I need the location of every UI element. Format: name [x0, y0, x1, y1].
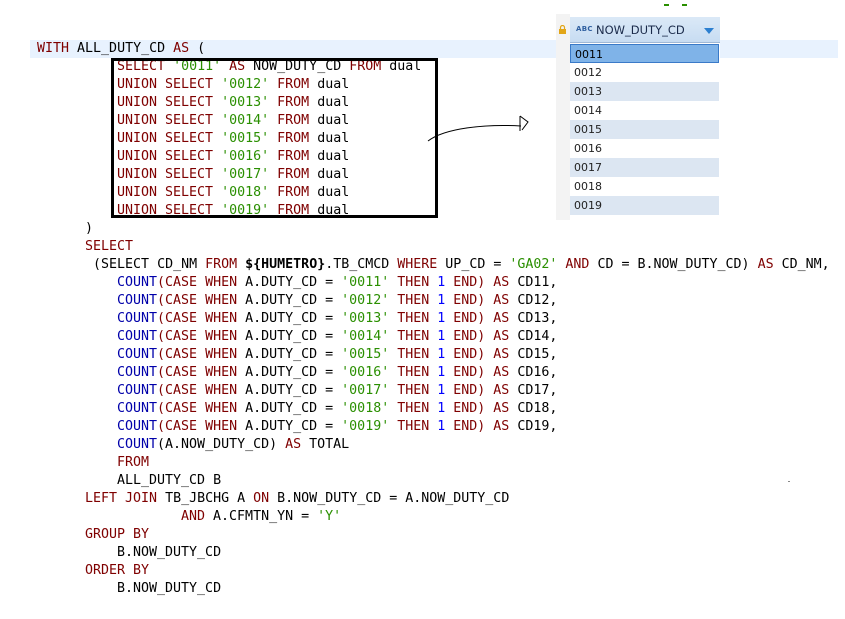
grid-cell[interactable]: 0019: [570, 196, 719, 215]
with-keyword: WITH: [37, 41, 70, 56]
count-line: COUNT(CASE WHEN A.DUTY_CD = '0016' THEN …: [117, 365, 558, 380]
union-line: UNION SELECT '0018' FROM dual: [117, 185, 350, 200]
grid-cell[interactable]: 0016: [570, 139, 719, 158]
grid-cell[interactable]: 0015: [570, 120, 719, 139]
group-by-keyword: GROUP BY: [85, 527, 150, 542]
column-header-label: NOW_DUTY_CD: [596, 23, 685, 37]
cte-name: ALL_DUTY_CD: [69, 41, 174, 56]
count-line: COUNT(CASE WHEN A.DUTY_CD = '0012' THEN …: [117, 293, 558, 308]
count-line: COUNT(CASE WHEN A.DUTY_CD = '0019' THEN …: [117, 419, 558, 434]
count-line: COUNT(CASE WHEN A.DUTY_CD = '0018' THEN …: [117, 401, 558, 416]
total-line: COUNT(A.NOW_DUTY_CD) AS TOTAL: [117, 437, 350, 452]
count-line: COUNT(CASE WHEN A.DUTY_CD = '0017' THEN …: [117, 383, 558, 398]
count-line: COUNT(CASE WHEN A.DUTY_CD = '0015' THEN …: [117, 347, 558, 362]
annotation-arrow: [427, 115, 529, 142]
order-by-column: B.NOW_DUTY_CD: [117, 581, 222, 596]
union-line: UNION SELECT '0015' FROM dual: [117, 131, 350, 146]
top-marks: [664, 4, 704, 7]
count-line: COUNT(CASE WHEN A.DUTY_CD = '0013' THEN …: [117, 311, 558, 326]
grid-cell[interactable]: 0013: [570, 82, 719, 101]
union-line: UNION SELECT '0014' FROM dual: [117, 113, 350, 128]
chevron-down-icon[interactable]: [704, 28, 714, 34]
union-line: UNION SELECT '0012' FROM dual: [117, 77, 350, 92]
count-line: COUNT(CASE WHEN A.DUTY_CD = '0014' THEN …: [117, 329, 558, 344]
order-by-keyword: ORDER BY: [85, 563, 150, 578]
lock-icon: [559, 25, 566, 34]
union-line: UNION SELECT '0016' FROM dual: [117, 149, 350, 164]
union-line: UNION SELECT '0013' FROM dual: [117, 95, 350, 110]
grid-cell[interactable]: 0011: [570, 44, 719, 63]
select-keyword: SELECT: [85, 239, 134, 254]
union-line: UNION SELECT '0019' FROM dual: [117, 203, 350, 218]
grid-cell[interactable]: 0014: [570, 101, 719, 120]
column-header-now-duty-cd[interactable]: ABC NOW_DUTY_CD: [570, 17, 720, 43]
stray-dot: [788, 481, 790, 482]
with-line: WITH ALL_DUTY_CD AS (: [37, 40, 205, 58]
text-type-icon: ABC: [576, 25, 593, 33]
grid-cell[interactable]: 0017: [570, 158, 719, 177]
count-line: COUNT(CASE WHEN A.DUTY_CD = '0011' THEN …: [117, 275, 558, 290]
result-grid[interactable]: ABC NOW_DUTY_CD 0011 0012 0013 0014 0015 0016…: [556, 14, 720, 220]
subquery-line: (SELECT CD_NM FROM ${HUMETRO}.TB_CMCD WH…: [85, 257, 830, 272]
from-keyword: FROM: [117, 455, 150, 470]
open-paren: (: [189, 41, 206, 56]
group-by-column: B.NOW_DUTY_CD: [117, 545, 222, 560]
grid-cell[interactable]: 0018: [570, 177, 719, 196]
as-keyword: AS: [173, 41, 190, 56]
row-header-column: [556, 14, 570, 220]
from-table: ALL_DUTY_CD B: [117, 473, 222, 488]
grid-cell[interactable]: 0012: [570, 63, 719, 82]
union-line: SELECT '0011' AS NOW_DUTY_CD FROM dual: [117, 59, 422, 74]
join-line: LEFT JOIN TB_JBCHG A ON B.NOW_DUTY_CD = …: [85, 491, 510, 506]
close-paren-line: ): [85, 221, 94, 236]
union-line: UNION SELECT '0017' FROM dual: [117, 167, 350, 182]
and-line: AND A.CFMTN_YN = 'Y': [181, 509, 342, 524]
